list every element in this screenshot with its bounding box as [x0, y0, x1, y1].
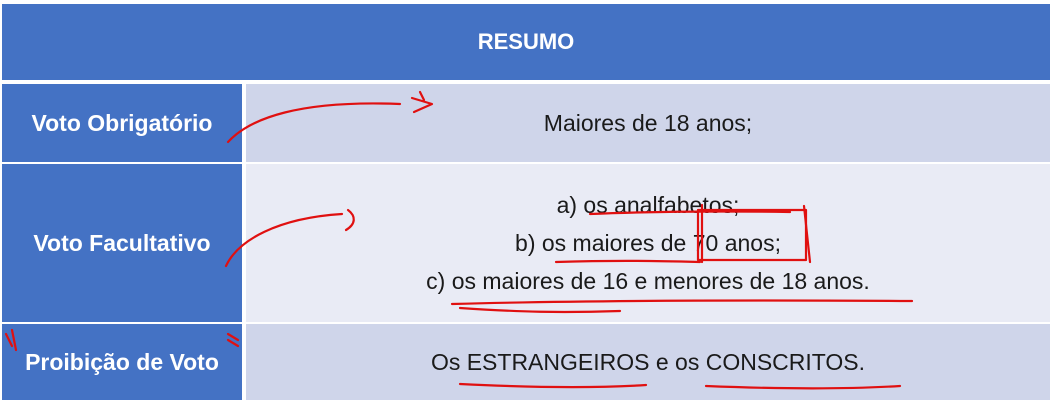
row-value-vote-prohibition: Os ESTRANGEIROS e os CONSCRITOS. [246, 324, 1050, 400]
summary-table: RESUMO Voto Obrigatório Maiores de 18 an… [2, 4, 1050, 400]
row-value-optional-vote: a) os analfabetos; b) os maiores de 70 a… [246, 164, 1050, 322]
row-label-vote-prohibition: Proibição de Voto [2, 324, 242, 400]
table-title: RESUMO [2, 4, 1050, 80]
value-line: Maiores de 18 anos; [543, 109, 753, 136]
row-label-mandatory-vote: Voto Obrigatório [2, 84, 242, 162]
row-value-mandatory-vote: Maiores de 18 anos; [246, 84, 1050, 162]
value-line: a) os analfabetos; [556, 192, 740, 218]
value-line: b) os maiores de 70 anos; [515, 230, 781, 256]
value-line: Os ESTRANGEIROS e os CONSCRITOS. [430, 348, 866, 375]
value-line: c) os maiores de 16 e menores de 18 anos… [426, 268, 870, 294]
row-label-optional-vote: Voto Facultativo [2, 164, 242, 322]
